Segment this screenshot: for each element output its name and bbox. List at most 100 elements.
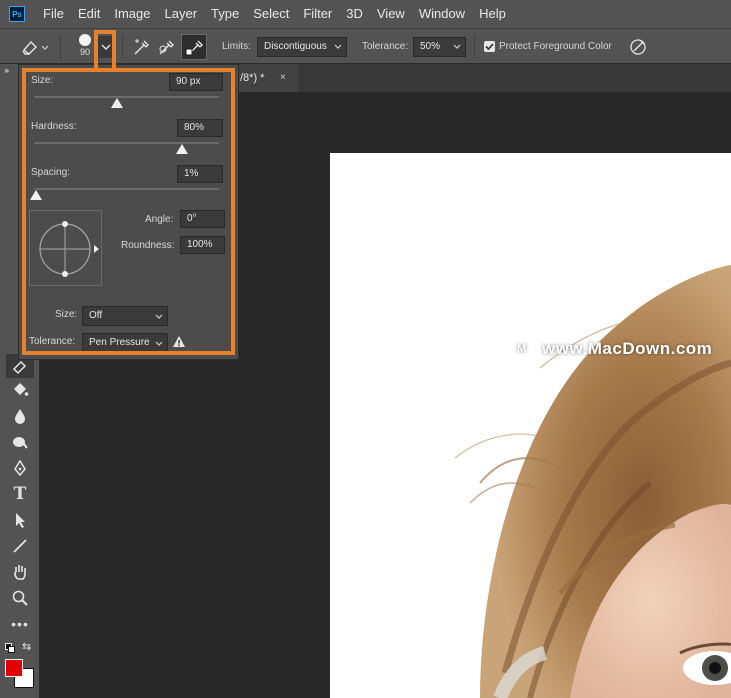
chevron-down-icon (334, 44, 342, 49)
warning-triangle-icon (173, 336, 185, 347)
pressure-size-button[interactable] (628, 37, 650, 60)
protect-foreground-checkbox[interactable] (484, 41, 495, 52)
macdown-logo-icon: M (510, 337, 534, 361)
photo-hair-image (454, 265, 731, 698)
pen-tool[interactable] (6, 456, 34, 480)
menu-view[interactable]: View (370, 0, 412, 28)
tolerance-value: 50% (420, 41, 441, 52)
popup-expand-icon: » (5, 66, 10, 75)
hardness-slider-track[interactable] (34, 142, 219, 144)
protect-foreground-label: Protect Foreground Color (499, 41, 612, 52)
roundness-input[interactable]: 100% (180, 236, 225, 254)
roundness-label: Roundness: (121, 240, 175, 251)
zoom-tool[interactable] (6, 586, 34, 610)
tolerance-control-select[interactable]: Pen Pressure (82, 333, 168, 353)
menu-edit[interactable]: Edit (71, 0, 107, 28)
watermark-text: www.MacDown.com (542, 339, 713, 358)
limits-label: Limits: (222, 41, 251, 52)
foreground-color-swatch[interactable] (5, 659, 23, 677)
menu-type[interactable]: Type (204, 0, 246, 28)
chevron-down-icon (155, 341, 163, 346)
size-slider-track[interactable] (34, 96, 219, 98)
hardness-label: Hardness: (31, 121, 77, 132)
menu-layer[interactable]: Layer (158, 0, 205, 28)
warning-icon[interactable] (172, 335, 186, 351)
swap-colors-icon[interactable]: ⇆ (22, 640, 31, 653)
blur-tool[interactable] (6, 404, 34, 428)
menu-file[interactable]: File (36, 0, 71, 28)
paint-bucket-icon (14, 383, 29, 396)
size-control-value: Off (89, 310, 103, 321)
menu-select[interactable]: Select (246, 0, 296, 28)
menu-filter[interactable]: Filter (296, 0, 339, 28)
zoom-icon (12, 590, 28, 606)
angle-input[interactable]: 0° (180, 210, 225, 228)
brush-size-readout: 90 (79, 47, 90, 57)
angle-label: Angle: (145, 214, 174, 225)
size-slider-thumb[interactable] (111, 98, 124, 108)
default-colors-icon (5, 643, 15, 653)
sampling-once-button[interactable] (157, 37, 177, 60)
type-icon: T (13, 484, 27, 504)
brush-shape-preview[interactable] (29, 210, 102, 286)
document-tab-title: /8*) * (240, 72, 265, 84)
options-separator (474, 35, 475, 59)
watermark: M www.MacDown.com (510, 337, 712, 361)
eyedropper-once-icon (159, 40, 174, 55)
tolerance-control-value: Pen Pressure (89, 337, 150, 348)
limits-value: Discontiguous (264, 41, 327, 52)
line-icon (13, 539, 27, 553)
spacing-slider-thumb[interactable] (29, 190, 42, 200)
tool-preset-picker[interactable] (20, 37, 50, 60)
paint-bucket-tool[interactable] (6, 378, 34, 402)
size-label: Size: (31, 75, 54, 86)
brush-preset-popup: » Size: 90 px Hardness: 80% Spacing: 1% … (5, 64, 239, 360)
document-canvas[interactable] (330, 153, 731, 698)
menu-help[interactable]: Help (472, 0, 513, 28)
dodge-icon (13, 437, 28, 449)
chevron-down-icon (155, 314, 163, 319)
highlight-callout-notch (94, 30, 116, 68)
hardness-input[interactable]: 80% (177, 119, 223, 137)
eyedropper-continuous-icon (134, 39, 149, 55)
menu-bar: Ps File Edit Image Layer Type Select Fil… (0, 0, 731, 28)
hand-tool[interactable] (6, 560, 34, 584)
tolerance-control-label: Tolerance: (29, 336, 76, 347)
size-control-label: Size: (55, 309, 78, 320)
stylus-pressure-icon (630, 39, 646, 55)
background-eraser-icon (22, 40, 49, 55)
size-control-select[interactable]: Off (82, 306, 168, 326)
menu-window[interactable]: Window (412, 0, 472, 28)
more-icon: ••• (11, 616, 29, 632)
angle-roundness-icon (39, 221, 99, 277)
line-tool[interactable] (6, 534, 34, 558)
chevron-down-icon (453, 44, 461, 49)
menu-3d[interactable]: 3D (339, 0, 370, 28)
type-tool[interactable]: T (6, 482, 34, 506)
options-separator (122, 35, 123, 59)
edit-toolbar-button[interactable]: ••• (6, 612, 34, 636)
size-input[interactable]: 90 px (169, 73, 223, 91)
default-colors-button[interactable] (5, 642, 15, 656)
pen-icon (14, 459, 26, 477)
selection-arrow-icon (16, 513, 25, 528)
close-icon[interactable]: × (280, 64, 286, 92)
dodge-tool[interactable] (6, 430, 34, 454)
limits-select[interactable]: Discontiguous (257, 37, 347, 57)
sampling-continuous-button[interactable] (132, 37, 152, 60)
hand-icon (14, 565, 26, 580)
spacing-slider-track[interactable] (34, 188, 219, 190)
sampling-background-swatch-button[interactable] (181, 34, 207, 60)
hardness-slider-thumb[interactable] (176, 144, 188, 154)
tolerance-input[interactable]: 50% (413, 37, 466, 57)
spacing-input[interactable]: 1% (177, 165, 223, 183)
brush-tip-icon (79, 34, 91, 46)
menu-image[interactable]: Image (107, 0, 157, 28)
options-separator (60, 35, 61, 59)
path-selection-tool[interactable] (6, 508, 34, 532)
brush-preview[interactable]: 90 (76, 32, 94, 57)
blur-drop-icon (15, 409, 25, 424)
spacing-label: Spacing: (31, 167, 70, 178)
tolerance-label: Tolerance: (362, 41, 409, 52)
eyedropper-background-icon (185, 40, 203, 56)
